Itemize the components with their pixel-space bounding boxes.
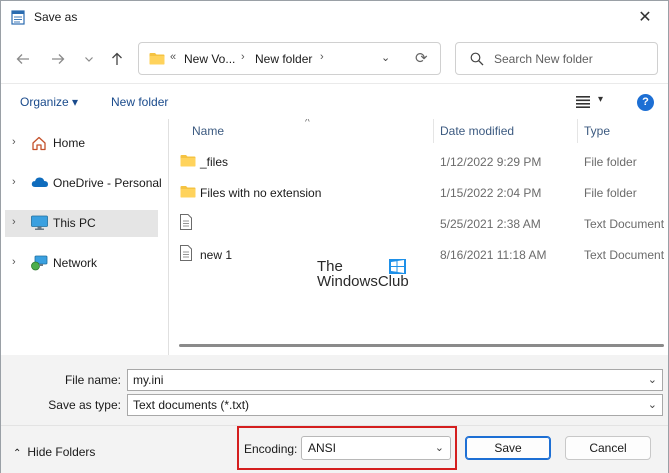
expand-chevron-icon[interactable]: ›	[12, 216, 16, 228]
breadcrumb-item[interactable]: New Vo...	[184, 52, 235, 66]
hide-folders-button[interactable]: ⌃ Hide Folders	[13, 445, 95, 459]
encoding-label: Encoding:	[244, 442, 298, 456]
encoding-value: ANSI	[308, 441, 337, 455]
sort-ascending-icon: ^	[305, 119, 310, 128]
column-divider[interactable]	[433, 119, 434, 143]
sidebar-item-label: Network	[53, 256, 98, 270]
chevron-down-icon	[85, 57, 93, 62]
help-button[interactable]: ?	[637, 94, 654, 111]
cloud-icon	[31, 177, 48, 187]
text-file-icon	[180, 245, 192, 261]
watermark-line: WindowsClub	[317, 273, 409, 290]
sidebar-item-label: OneDrive - Personal	[53, 176, 162, 190]
arrow-up-icon	[112, 52, 122, 65]
close-icon: ✕	[638, 9, 652, 26]
file-name-value[interactable]: my.ini	[133, 373, 163, 387]
navigation-pane: › Home › OneDrive - Personal › This PC ›	[1, 119, 168, 355]
search-input[interactable]	[494, 50, 649, 68]
file-row[interactable]: new 1 8/16/2021 11:18 AM Text Document	[169, 240, 668, 270]
arrow-left-icon	[16, 54, 29, 64]
chevron-down-icon: ⌄	[434, 442, 444, 454]
hide-folders-label: Hide Folders	[27, 445, 96, 459]
sidebar-item-home[interactable]: › Home	[5, 130, 158, 157]
save-button[interactable]: Save	[465, 436, 551, 460]
sidebar-item-label: This PC	[53, 216, 96, 230]
save-form: File name: my.ini ⌄ Save as type: Text d…	[1, 355, 668, 425]
folder-icon	[149, 53, 165, 65]
save-as-type-value: Text documents (*.txt)	[133, 398, 250, 412]
recent-locations-button[interactable]	[79, 49, 99, 69]
file-name-label: File name:	[64, 373, 121, 387]
folder-icon	[180, 186, 196, 198]
address-bar[interactable]: « New Vo... › New folder › ⌄ ⟳	[138, 42, 441, 75]
chevron-right-icon: ›	[320, 51, 324, 63]
chevron-up-icon: ⌃	[13, 448, 22, 459]
search-icon	[470, 52, 484, 66]
column-divider[interactable]	[577, 119, 578, 143]
file-row[interactable]: Files with no extension 1/15/2022 2:04 P…	[169, 178, 668, 208]
file-date: 1/15/2022 2:04 PM	[440, 186, 542, 200]
sidebar-item-label: Home	[53, 136, 86, 150]
search-box[interactable]	[455, 42, 658, 75]
new-folder-button[interactable]: New folder	[111, 95, 168, 109]
file-date: 8/16/2021 11:18 AM	[440, 248, 547, 262]
refresh-icon[interactable]: ⟳	[415, 49, 428, 67]
save-as-type-select[interactable]: Text documents (*.txt) ⌄	[127, 394, 663, 416]
file-name: _files	[200, 155, 229, 169]
file-type: Text Document	[584, 248, 665, 262]
notepad-icon	[11, 10, 25, 25]
breadcrumb-overflow[interactable]: «	[170, 51, 176, 63]
address-dropdown-icon[interactable]: ⌄	[381, 51, 390, 64]
expand-chevron-icon[interactable]: ›	[12, 176, 16, 188]
file-name: new 1	[200, 248, 233, 262]
breadcrumb-item[interactable]: New folder	[255, 52, 312, 66]
folder-icon	[180, 155, 196, 167]
action-bar: ⌃ Hide Folders Encoding: ANSI ⌄ Save Canc…	[1, 425, 668, 473]
chevron-down-icon[interactable]: ⌄	[648, 398, 657, 411]
navigation-bar: « New Vo... › New folder › ⌄ ⟳	[1, 33, 668, 83]
forward-button[interactable]	[48, 49, 68, 69]
file-row[interactable]: 5/25/2021 2:38 AM Text Document	[169, 209, 668, 239]
organize-button[interactable]: Organize ▾	[20, 95, 78, 109]
home-icon	[32, 136, 46, 151]
file-type: Text Document	[584, 217, 665, 231]
monitor-icon	[31, 215, 48, 230]
command-bar: Organize ▾ New folder ▾ ?	[1, 83, 668, 119]
file-type: File folder	[584, 186, 637, 200]
sidebar-item-network[interactable]: › Network	[5, 250, 158, 277]
file-list: ^ Name Date modified Type _files 1/12/20…	[169, 119, 668, 355]
window-title: Save as	[34, 10, 78, 24]
sidebar-item-onedrive[interactable]: › OneDrive - Personal	[5, 170, 162, 197]
back-button[interactable]	[13, 49, 33, 69]
file-name-field[interactable]: my.ini ⌄	[127, 369, 663, 391]
title-bar: Save as ✕	[1, 1, 668, 33]
column-header-name[interactable]: Name	[192, 124, 224, 138]
expand-chevron-icon[interactable]: ›	[12, 256, 16, 268]
view-dropdown-icon[interactable]: ▾	[598, 94, 603, 105]
file-date: 1/12/2022 9:29 PM	[440, 155, 542, 169]
save-as-type-label: Save as type:	[48, 398, 121, 412]
network-icon	[31, 255, 48, 271]
chevron-down-icon[interactable]: ⌄	[648, 373, 657, 386]
close-button[interactable]: ✕	[632, 5, 658, 29]
sidebar-item-this-pc[interactable]: › This PC	[5, 210, 158, 237]
text-file-icon	[180, 214, 192, 230]
column-header-type[interactable]: Type	[584, 124, 610, 138]
cancel-button[interactable]: Cancel	[565, 436, 651, 460]
file-date: 5/25/2021 2:38 AM	[440, 217, 541, 231]
up-button[interactable]	[107, 49, 127, 69]
windows-logo-icon	[389, 259, 406, 274]
chevron-right-icon: ›	[241, 51, 245, 63]
file-type: File folder	[584, 155, 637, 169]
encoding-select[interactable]: ANSI ⌄	[301, 436, 451, 460]
file-row[interactable]: _files 1/12/2022 9:29 PM File folder	[169, 147, 668, 177]
save-as-dialog: Save as ✕ « New Vo... › New folder › ⌄ ⟳…	[0, 0, 669, 473]
arrow-right-icon	[52, 54, 65, 64]
file-name: Files with no extension	[200, 186, 322, 200]
watermark: The WindowsClub	[317, 259, 409, 289]
expand-chevron-icon[interactable]: ›	[12, 136, 16, 148]
view-options-icon[interactable]	[576, 96, 590, 108]
column-header-date[interactable]: Date modified	[440, 124, 514, 138]
horizontal-scrollbar[interactable]	[179, 344, 664, 347]
